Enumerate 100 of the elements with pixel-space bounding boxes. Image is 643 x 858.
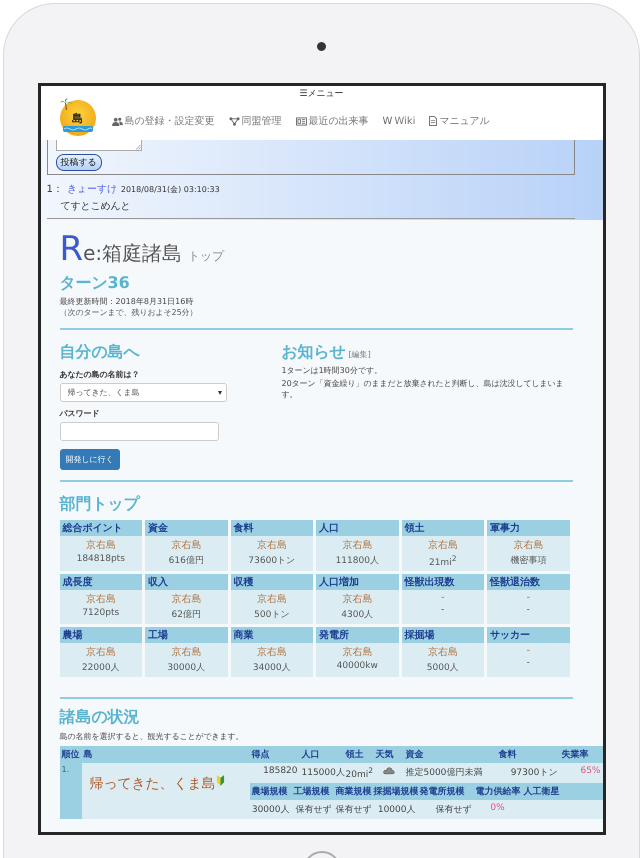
card-value: 7120pts <box>81 608 120 618</box>
nav-link[interactable]: マニュアル <box>429 114 490 128</box>
ranking-heading: 部門トップ <box>60 494 142 515</box>
turn-heading: ターン36 <box>60 273 131 294</box>
notice-text: 20ターン「資金繰り」のままだと放棄されたと判断し、島は沈没してしまいます。 <box>282 378 565 400</box>
password-field[interactable] <box>60 422 218 441</box>
island-name: 京右島 <box>170 646 202 659</box>
edit-link[interactable]: [編集] <box>348 349 371 360</box>
page-subtitle: トップ <box>188 248 224 265</box>
card-value: 30000人 <box>166 662 206 674</box>
field-label: パスワード <box>60 408 100 419</box>
card-title: 食料 <box>230 520 313 536</box>
island-name: 京右島 <box>170 592 202 606</box>
table-header: 食料 <box>496 746 560 763</box>
nav-link[interactable]: 同盟管理 <box>228 114 282 128</box>
rank-cell-text: 1. <box>60 764 70 776</box>
table-cell-text: 30000人 <box>250 804 290 817</box>
island-name: 京右島 <box>256 592 288 606</box>
card-value: 73600トン <box>247 555 296 567</box>
island-link[interactable]: 帰ってきた、くま島 <box>90 775 216 793</box>
card-title: 収穫 <box>230 574 313 590</box>
table-header: 資金 <box>404 746 497 763</box>
table-header: 商業規模 <box>334 783 372 800</box>
island-name: 京右島 <box>341 646 374 659</box>
table-cell-text: 115000人 <box>300 766 344 780</box>
table-cell-text: 0% <box>489 802 506 815</box>
submit-button[interactable]: 開発しに行く <box>60 449 120 470</box>
card-value: 111800人 <box>334 554 380 567</box>
table-header: 失業率 <box>559 746 602 763</box>
card-value: 184818pts <box>76 554 126 564</box>
island-name: 京右島 <box>341 538 374 552</box>
nav-link[interactable]: W Wiki <box>382 116 416 126</box>
island-name: 京右島 <box>341 592 374 606</box>
card-title: 人口 <box>316 520 398 536</box>
card-title: 軍事力 <box>487 520 570 536</box>
table-cell-text: 保有せず <box>294 804 332 817</box>
newspaper-icon <box>296 116 306 126</box>
island-name: 京右島 <box>84 646 117 659</box>
card-value: 34000人 <box>252 662 292 674</box>
site-title-initial: R <box>60 232 84 266</box>
card-value: 62億円 <box>170 608 202 621</box>
islands-heading: 諸島の状況 <box>60 707 140 728</box>
island-select[interactable]: 帰ってきた、くま島 <box>60 383 226 402</box>
card-value: 4300人 <box>340 608 374 621</box>
last-updated: 最終更新時間：2018年8月31日16時 <box>60 296 194 307</box>
logo-text: 島 <box>72 113 83 124</box>
menu-button[interactable]: ☰メニュー <box>299 87 344 100</box>
card-value: 22000人 <box>80 662 121 674</box>
card-title: サッカー <box>487 627 570 643</box>
island-name: - <box>440 592 446 603</box>
comment-number: 1： <box>46 183 63 196</box>
card-value: - <box>526 658 531 668</box>
users-icon <box>112 116 122 126</box>
card-value: 616億円 <box>168 554 205 567</box>
nav-link[interactable]: 島の登録・設定変更 <box>112 114 214 128</box>
wave-icon <box>62 126 92 132</box>
island-name: 京右島 <box>170 538 202 552</box>
card-title: 怪獣退治数 <box>487 574 570 590</box>
table-cell-text: 推定5000億円未満 <box>404 766 484 780</box>
card-title: 資金 <box>145 520 228 536</box>
comment-text: てすとこめんと <box>60 200 132 213</box>
table-cell-text: 20mi$^{2}$ <box>344 765 374 782</box>
table-header: 天気 <box>374 746 404 763</box>
hint-text: 島の名前を選択すると、観光することができます。 <box>60 731 244 742</box>
caret-icon <box>218 391 222 395</box>
island-name: 京右島 <box>84 592 117 606</box>
post-button[interactable]: 投稿する <box>56 154 102 171</box>
table-header: 得点 <box>250 746 300 763</box>
table-cell-text: 97300トン <box>510 767 558 780</box>
card-title: 工場 <box>145 627 228 643</box>
comment-author[interactable]: きょーすけ <box>66 182 117 196</box>
island-name: - <box>525 645 532 656</box>
card-value: 21mi$^{2}$ <box>428 554 458 568</box>
logo[interactable]: 島 <box>60 100 96 136</box>
card-title: 総合ポイント <box>60 520 142 536</box>
card-title: 商業 <box>230 627 313 643</box>
card-value: 5000人 <box>426 662 460 674</box>
island-name: 京右島 <box>512 538 544 552</box>
card-value: 40000kw <box>336 661 379 671</box>
card-title: 成長度 <box>60 574 142 590</box>
island-name: 京右島 <box>256 646 288 659</box>
table-header: 領土 <box>344 746 374 763</box>
document-icon <box>429 116 438 126</box>
table-cell-text: 65% <box>579 765 602 778</box>
card-title: 採掘場 <box>402 627 484 643</box>
login-heading: 自分の島へ <box>60 342 140 363</box>
island-name: 京右島 <box>84 538 117 552</box>
table-header: 発電所規模 <box>418 783 474 800</box>
island-name: 京右島 <box>426 538 459 552</box>
table-cell-text: 185820 <box>262 765 298 778</box>
table-header: 農場規模 <box>250 783 292 800</box>
card-value: - <box>526 605 531 615</box>
table-cell-text: 保有せず <box>434 804 472 817</box>
field-label: あなたの島の名前は？ <box>60 369 140 380</box>
comment-textarea[interactable] <box>56 140 142 151</box>
card-value: 機密事項 <box>509 554 548 567</box>
nav-link[interactable]: 最近の出来事 <box>296 114 368 128</box>
card-title: 農場 <box>60 627 142 643</box>
table-header: 工場規模 <box>292 783 334 800</box>
card-title: 収入 <box>145 574 228 590</box>
